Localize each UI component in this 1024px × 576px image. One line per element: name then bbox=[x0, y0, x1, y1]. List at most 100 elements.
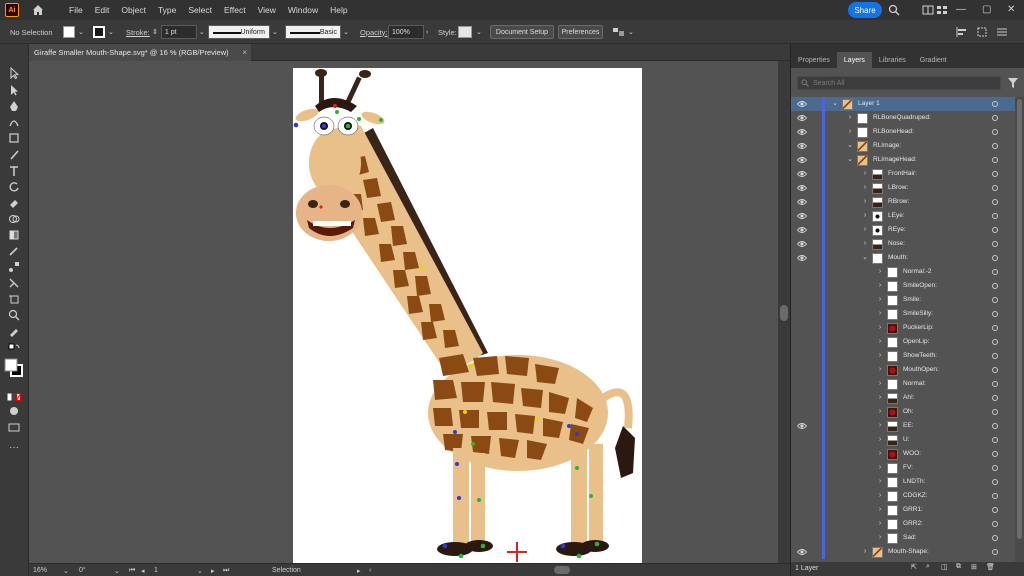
minimize-icon[interactable]: — bbox=[956, 4, 966, 16]
layer-row[interactable]: › FV: bbox=[791, 461, 1024, 475]
layer-row[interactable]: › MouthOpen: bbox=[791, 363, 1024, 377]
direct-selection-tool-icon[interactable] bbox=[7, 83, 21, 97]
artboard-number[interactable]: 1 bbox=[154, 564, 158, 576]
last-artboard-icon[interactable]: ⏭ bbox=[223, 564, 229, 576]
chevron-right-icon[interactable]: › bbox=[876, 268, 884, 276]
layer-row[interactable]: › ShowTeeth: bbox=[791, 349, 1024, 363]
visibility-eye-icon[interactable] bbox=[796, 240, 808, 248]
target-circle-icon[interactable] bbox=[992, 283, 998, 289]
layer-row[interactable]: › U: bbox=[791, 433, 1024, 447]
target-circle-icon[interactable] bbox=[992, 381, 998, 387]
visibility-eye-icon[interactable] bbox=[796, 184, 808, 192]
chevron-right-icon[interactable]: › bbox=[426, 29, 428, 36]
chevron-down-icon[interactable]: ⌄ bbox=[114, 564, 120, 576]
fill-stroke-indicator-icon[interactable] bbox=[4, 358, 24, 378]
horizontal-scroll-thumb[interactable] bbox=[554, 566, 570, 574]
layer-name[interactable]: LNDTh: bbox=[903, 478, 925, 485]
layer-row[interactable]: › OpenLip: bbox=[791, 335, 1024, 349]
delete-icon[interactable]: 🗑 bbox=[986, 563, 995, 571]
chevron-right-icon[interactable]: › bbox=[876, 520, 884, 528]
layer-name[interactable]: Normal: bbox=[903, 380, 926, 387]
rectangle-tool-icon[interactable] bbox=[7, 131, 21, 145]
layer-row[interactable]: › SmileOpen: bbox=[791, 279, 1024, 293]
target-circle-icon[interactable] bbox=[992, 507, 998, 513]
chevron-down-icon[interactable]: ⌄ bbox=[861, 254, 869, 262]
visibility-eye-icon[interactable] bbox=[796, 156, 808, 164]
fill-swatch[interactable] bbox=[63, 26, 75, 38]
canvas-area[interactable] bbox=[29, 61, 778, 563]
clipping-mask-icon[interactable]: ◫ bbox=[941, 563, 948, 571]
target-circle-icon[interactable] bbox=[992, 339, 998, 345]
brush-definition[interactable]: Basic bbox=[285, 25, 341, 39]
vertical-scrollbar[interactable] bbox=[778, 61, 790, 563]
layer-row[interactable]: › Normal:-2 bbox=[791, 265, 1024, 279]
zoom-tool-icon[interactable] bbox=[7, 308, 21, 322]
layer-row[interactable]: › RLBoneHead: bbox=[791, 125, 1024, 139]
chevron-right-icon[interactable]: › bbox=[876, 450, 884, 458]
artboard-tool-icon[interactable] bbox=[7, 292, 21, 306]
layer-row[interactable]: › Ah!: bbox=[791, 391, 1024, 405]
arrange-documents-icon[interactable] bbox=[922, 4, 934, 16]
curvature-tool-icon[interactable] bbox=[7, 115, 21, 129]
target-circle-icon[interactable] bbox=[992, 157, 998, 163]
graphic-style-swatch[interactable] bbox=[458, 26, 472, 38]
selection-tool-icon[interactable] bbox=[7, 66, 21, 80]
layer-name[interactable]: LBrow: bbox=[888, 184, 908, 191]
share-button[interactable]: Share bbox=[848, 2, 882, 18]
search-icon[interactable] bbox=[888, 4, 900, 16]
chevron-right-icon[interactable]: › bbox=[861, 212, 869, 220]
opacity-field[interactable]: 100% bbox=[388, 25, 424, 39]
target-circle-icon[interactable] bbox=[992, 325, 998, 331]
new-sublayer-icon[interactable]: ⧉ bbox=[956, 563, 961, 571]
chevron-right-icon[interactable]: › bbox=[861, 184, 869, 192]
menu-select[interactable]: Select bbox=[188, 5, 212, 15]
layer-name[interactable]: GRR1: bbox=[903, 506, 923, 513]
giraffe-artwork[interactable] bbox=[293, 68, 642, 563]
chevron-right-icon[interactable]: › bbox=[876, 310, 884, 318]
layer-name[interactable]: FV: bbox=[903, 464, 913, 471]
menu-edit[interactable]: Edit bbox=[95, 5, 110, 15]
target-circle-icon[interactable] bbox=[992, 297, 998, 303]
layer-row[interactable]: › PuckerLip: bbox=[791, 321, 1024, 335]
stepper-icon[interactable]: ⇕ bbox=[152, 28, 158, 36]
document-setup-button[interactable]: Document Setup bbox=[490, 25, 554, 39]
chevron-down-icon[interactable]: ⌄ bbox=[63, 564, 69, 576]
layer-row[interactable]: › LNDTh: bbox=[791, 475, 1024, 489]
export-icon[interactable]: ⇱ bbox=[911, 563, 917, 571]
layer-row[interactable]: › LBrow: bbox=[791, 181, 1024, 195]
chevron-down-icon[interactable]: ⌄ bbox=[343, 28, 349, 36]
menu-effect[interactable]: Effect bbox=[224, 5, 246, 15]
align-icon[interactable] bbox=[955, 20, 969, 44]
target-circle-icon[interactable] bbox=[992, 437, 998, 443]
visibility-eye-icon[interactable] bbox=[796, 114, 808, 122]
target-circle-icon[interactable] bbox=[992, 185, 998, 191]
paintbrush-tool-icon[interactable] bbox=[7, 148, 21, 162]
chevron-right-icon[interactable]: › bbox=[876, 478, 884, 486]
chevron-right-icon[interactable]: › bbox=[876, 394, 884, 402]
chevron-right-icon[interactable]: › bbox=[876, 324, 884, 332]
target-circle-icon[interactable] bbox=[992, 227, 998, 233]
layer-name[interactable]: FrontHair: bbox=[888, 170, 917, 177]
layer-name[interactable]: GRR2: bbox=[903, 520, 923, 527]
chevron-down-icon[interactable]: ⌄ bbox=[846, 156, 854, 164]
layer-name[interactable]: MouthOpen: bbox=[903, 366, 939, 373]
status-menu-icon[interactable]: ▸ bbox=[357, 564, 361, 576]
layer-name[interactable]: EE: bbox=[903, 422, 913, 429]
chevron-down-icon[interactable]: ⌄ bbox=[197, 564, 203, 576]
shape-builder-tool-icon[interactable] bbox=[7, 212, 21, 226]
target-circle-icon[interactable] bbox=[992, 115, 998, 121]
layer-name[interactable]: U: bbox=[903, 436, 910, 443]
visibility-eye-icon[interactable] bbox=[796, 198, 808, 206]
layer-row[interactable]: › Nose: bbox=[791, 237, 1024, 251]
eyedropper-tool-icon[interactable] bbox=[7, 244, 21, 258]
menu-type[interactable]: Type bbox=[158, 5, 176, 15]
root-crosshair-icon[interactable] bbox=[507, 542, 527, 562]
drawing-modes-icon[interactable] bbox=[7, 404, 21, 418]
chevron-right-icon[interactable]: › bbox=[846, 114, 854, 122]
layer-name[interactable]: Oh: bbox=[903, 408, 913, 415]
chevron-right-icon[interactable]: › bbox=[876, 436, 884, 444]
stroke-label[interactable]: Stroke: bbox=[126, 20, 150, 44]
tab-properties[interactable]: Properties bbox=[791, 52, 837, 68]
layer-name[interactable]: Smile: bbox=[903, 296, 921, 303]
chevron-down-icon[interactable]: ⌄ bbox=[476, 28, 482, 36]
